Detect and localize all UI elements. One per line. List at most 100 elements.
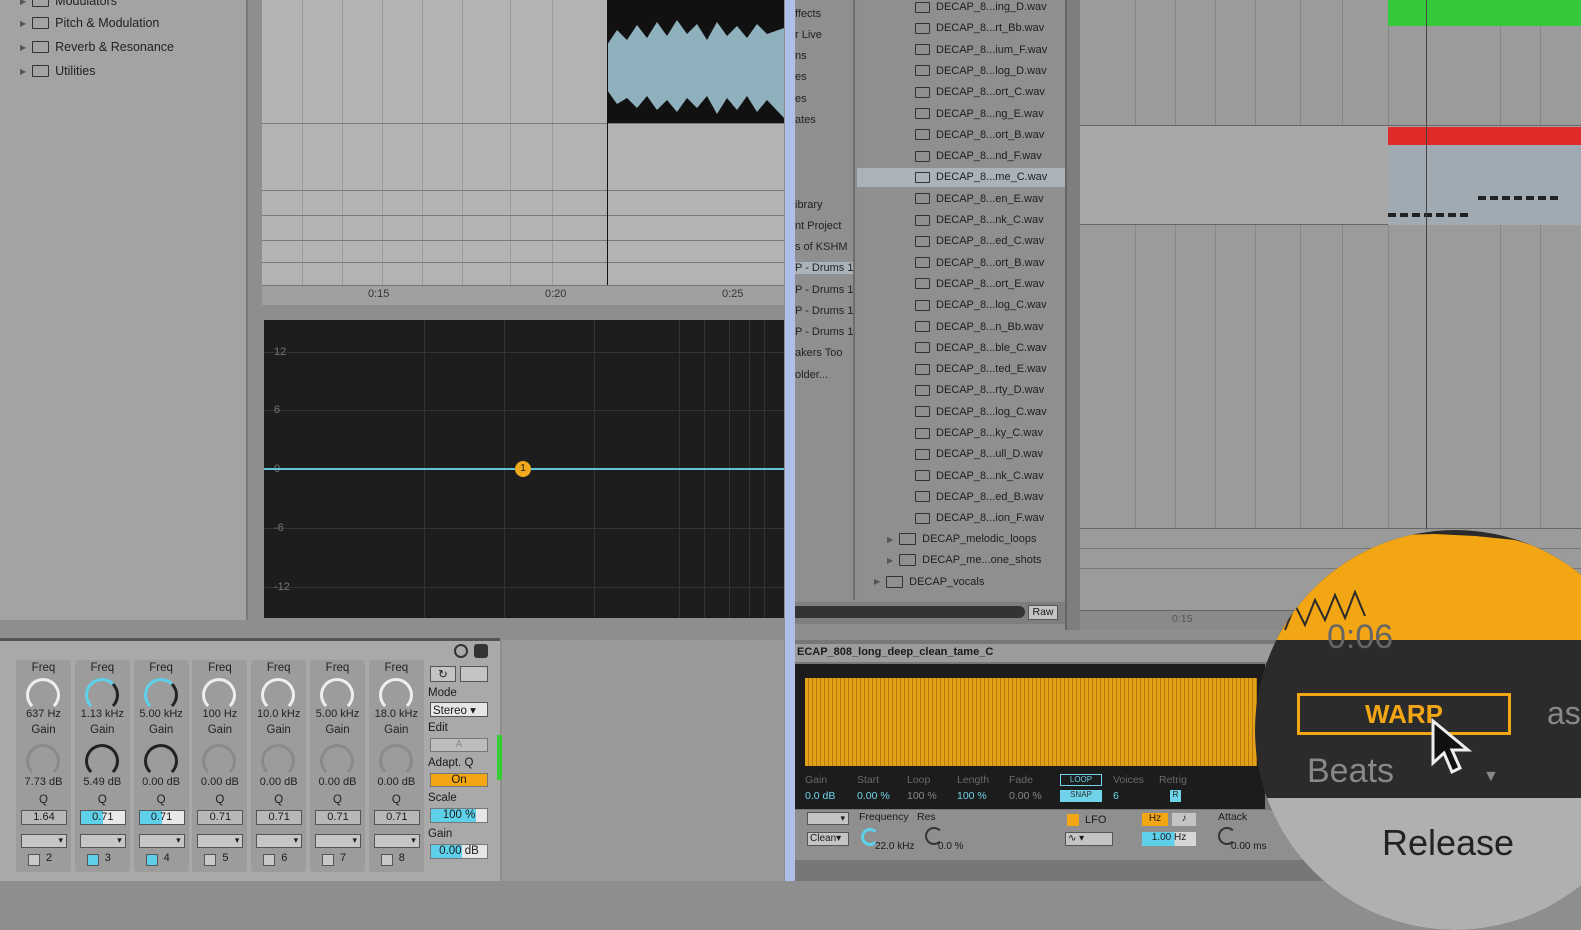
voices-select[interactable]: 6 bbox=[1113, 790, 1119, 802]
file-item[interactable]: DECAP_8...rty_D.wav bbox=[915, 384, 1044, 396]
file-item[interactable]: DECAP_8...nk_C.wav bbox=[915, 214, 1044, 226]
edit-ab-button[interactable]: A bbox=[430, 738, 488, 752]
file-item[interactable]: DECAP_8...ky_C.wav bbox=[915, 427, 1043, 439]
filter-type-select[interactable]: ▾ bbox=[373, 834, 420, 848]
save-preset-icon[interactable] bbox=[474, 644, 488, 658]
gain-knob[interactable] bbox=[202, 744, 237, 778]
browser-item-reverb-resonance[interactable]: ▶ Reverb & Resonance bbox=[20, 40, 174, 54]
file-item[interactable]: DECAP_8...me_C.wav bbox=[915, 171, 1047, 183]
file-item[interactable]: DECAP_8...ort_B.wav bbox=[915, 257, 1044, 269]
arrangement-view[interactable]: 0:15 0:20 0:25 bbox=[262, 0, 784, 305]
file-item[interactable]: DECAP_8...log_C.wav bbox=[915, 406, 1047, 418]
snap-toggle[interactable]: SNAP bbox=[1060, 790, 1102, 802]
file-item[interactable]: DECAP_8...nk_C.wav bbox=[915, 470, 1044, 482]
browser-item-modulators[interactable]: ▶ Modulators bbox=[20, 0, 117, 8]
mode-select[interactable]: Stereo ▾ bbox=[430, 702, 488, 717]
file-item[interactable]: DECAP_8...ull_D.wav bbox=[915, 448, 1043, 460]
filter-circuit-select[interactable]: Clean▾ bbox=[807, 832, 849, 846]
warp-mode-select[interactable]: Beats bbox=[1307, 752, 1394, 791]
lfo-toggle[interactable] bbox=[1067, 814, 1079, 826]
lfo-sync-button[interactable]: ♪ bbox=[1172, 813, 1196, 826]
filter-type-select[interactable]: ▾ bbox=[807, 812, 849, 825]
freq-knob[interactable] bbox=[143, 678, 178, 712]
freq-knob[interactable] bbox=[320, 678, 354, 712]
start-value[interactable]: 0.00 % bbox=[857, 790, 890, 802]
band-enable-toggle[interactable] bbox=[263, 854, 276, 866]
midi-clip-body[interactable] bbox=[1388, 145, 1581, 225]
audio-clip-waveform[interactable] bbox=[607, 0, 784, 123]
filter-type-select[interactable]: ▾ bbox=[79, 834, 126, 848]
file-item[interactable]: DECAP_8...ng_E.wav bbox=[915, 108, 1044, 120]
file-item[interactable]: DECAP_8...ium_F.wav bbox=[915, 44, 1047, 56]
browser-place-item[interactable]: ates bbox=[795, 114, 816, 126]
browser-scrollbar[interactable] bbox=[1065, 0, 1080, 630]
band-enable-toggle[interactable] bbox=[28, 854, 40, 866]
freq-knob[interactable] bbox=[261, 678, 296, 712]
eq-display[interactable]: 12 6 0 -6 -12 1 bbox=[264, 320, 784, 618]
lfo-rate-slider[interactable]: 1.00 Hz bbox=[1142, 832, 1196, 846]
red-clip[interactable] bbox=[1388, 127, 1581, 145]
browser-place-item[interactable]: ffects bbox=[795, 8, 821, 20]
file-item[interactable]: DECAP_8...ed_C.wav bbox=[915, 235, 1044, 247]
browser-place-item[interactable]: nt Project bbox=[795, 220, 841, 232]
file-item[interactable]: DECAP_8...ort_C.wav bbox=[915, 86, 1045, 98]
folder-item[interactable]: ▶ DECAP_me...one_shots bbox=[887, 554, 1041, 567]
browser-place-item[interactable]: s of KSHM bbox=[795, 241, 848, 253]
q-value[interactable]: 0.71 bbox=[79, 810, 126, 825]
file-item[interactable]: DECAP_8...ion_F.wav bbox=[915, 512, 1044, 524]
browser-place-item[interactable]: r Live bbox=[795, 29, 822, 41]
file-item[interactable]: DECAP_8...ing_D.wav bbox=[915, 1, 1047, 13]
freq-knob[interactable] bbox=[378, 678, 413, 712]
file-item[interactable]: DECAP_8...log_D.wav bbox=[915, 65, 1047, 77]
eq-band-point[interactable]: 1 bbox=[515, 461, 531, 477]
sample-waveform[interactable]: Gain 0.0 dB Start 0.00 % Loop 100 % Length 1… bbox=[795, 664, 1265, 809]
q-value[interactable]: 0.71 bbox=[373, 810, 420, 825]
browser-place-item[interactable]: P - Drums 1 bbox=[795, 305, 853, 317]
audition-button[interactable]: ↻ bbox=[430, 666, 456, 682]
file-item[interactable]: DECAP_8...ort_E.wav bbox=[915, 278, 1044, 290]
filter-type-select[interactable]: ▾ bbox=[197, 834, 244, 848]
browser-place-item[interactable]: ns bbox=[795, 50, 807, 62]
adaptive-q-toggle[interactable]: On bbox=[430, 773, 488, 787]
browser-place-item[interactable]: ibrary bbox=[795, 199, 823, 211]
gain-knob[interactable] bbox=[320, 744, 354, 778]
fade-value[interactable]: 0.00 % bbox=[1009, 790, 1042, 802]
gain-knob[interactable] bbox=[378, 744, 413, 778]
browser-place-item[interactable]: es bbox=[795, 71, 807, 83]
file-item[interactable]: DECAP_8...en_E.wav bbox=[915, 193, 1044, 205]
file-item[interactable]: DECAP_8...nd_F.wav bbox=[915, 150, 1042, 162]
timeline-ruler[interactable] bbox=[262, 285, 784, 305]
browser-place-item[interactable]: akers Too bbox=[795, 347, 843, 359]
browser-place-item[interactable]: P - Drums 1 bbox=[795, 284, 853, 296]
lfo-waveform-select[interactable]: ∿ ▾ bbox=[1065, 832, 1113, 846]
browser-place-item[interactable]: es bbox=[795, 93, 807, 105]
band-enable-toggle[interactable] bbox=[204, 854, 217, 866]
file-item[interactable]: DECAP_8...ted_E.wav bbox=[915, 363, 1047, 375]
q-value[interactable]: 1.64 bbox=[21, 810, 67, 825]
file-item[interactable]: DECAP_8...log_C.wav bbox=[915, 299, 1047, 311]
lfo-hz-button[interactable]: Hz bbox=[1142, 813, 1168, 826]
band-enable-toggle[interactable] bbox=[322, 854, 334, 866]
browser-place-item[interactable]: older... bbox=[795, 369, 828, 381]
filter-type-select[interactable]: ▾ bbox=[256, 834, 303, 848]
gain-knob[interactable] bbox=[84, 744, 119, 778]
file-item[interactable]: DECAP_8...n_Bb.wav bbox=[915, 321, 1044, 333]
freq-knob[interactable] bbox=[202, 678, 237, 712]
loop-value[interactable]: 100 % bbox=[907, 790, 937, 802]
file-item[interactable]: DECAP_8...ed_B.wav bbox=[915, 491, 1044, 503]
filter-type-select[interactable]: ▾ bbox=[21, 834, 67, 848]
q-value[interactable]: 0.71 bbox=[315, 810, 361, 825]
browser-place-item[interactable]: P - Drums 1 bbox=[795, 262, 853, 274]
gain-value[interactable]: 0.0 dB bbox=[805, 790, 835, 802]
adaptive-button[interactable] bbox=[460, 666, 488, 682]
folder-item[interactable]: ▶ DECAP_melodic_loops bbox=[887, 533, 1037, 545]
file-item[interactable]: DECAP_8...ort_B.wav bbox=[915, 129, 1044, 141]
raw-button[interactable]: Raw bbox=[1028, 605, 1058, 620]
green-clip[interactable] bbox=[1388, 0, 1581, 26]
folder-item[interactable]: ▶ DECAP_vocals bbox=[874, 575, 984, 588]
gain-knob[interactable] bbox=[26, 744, 60, 778]
file-item[interactable]: DECAP_8...rt_Bb.wav bbox=[915, 22, 1044, 34]
band-enable-toggle[interactable] bbox=[86, 854, 99, 866]
loop-toggle[interactable]: LOOP bbox=[1060, 774, 1102, 786]
gain-knob[interactable] bbox=[261, 744, 296, 778]
